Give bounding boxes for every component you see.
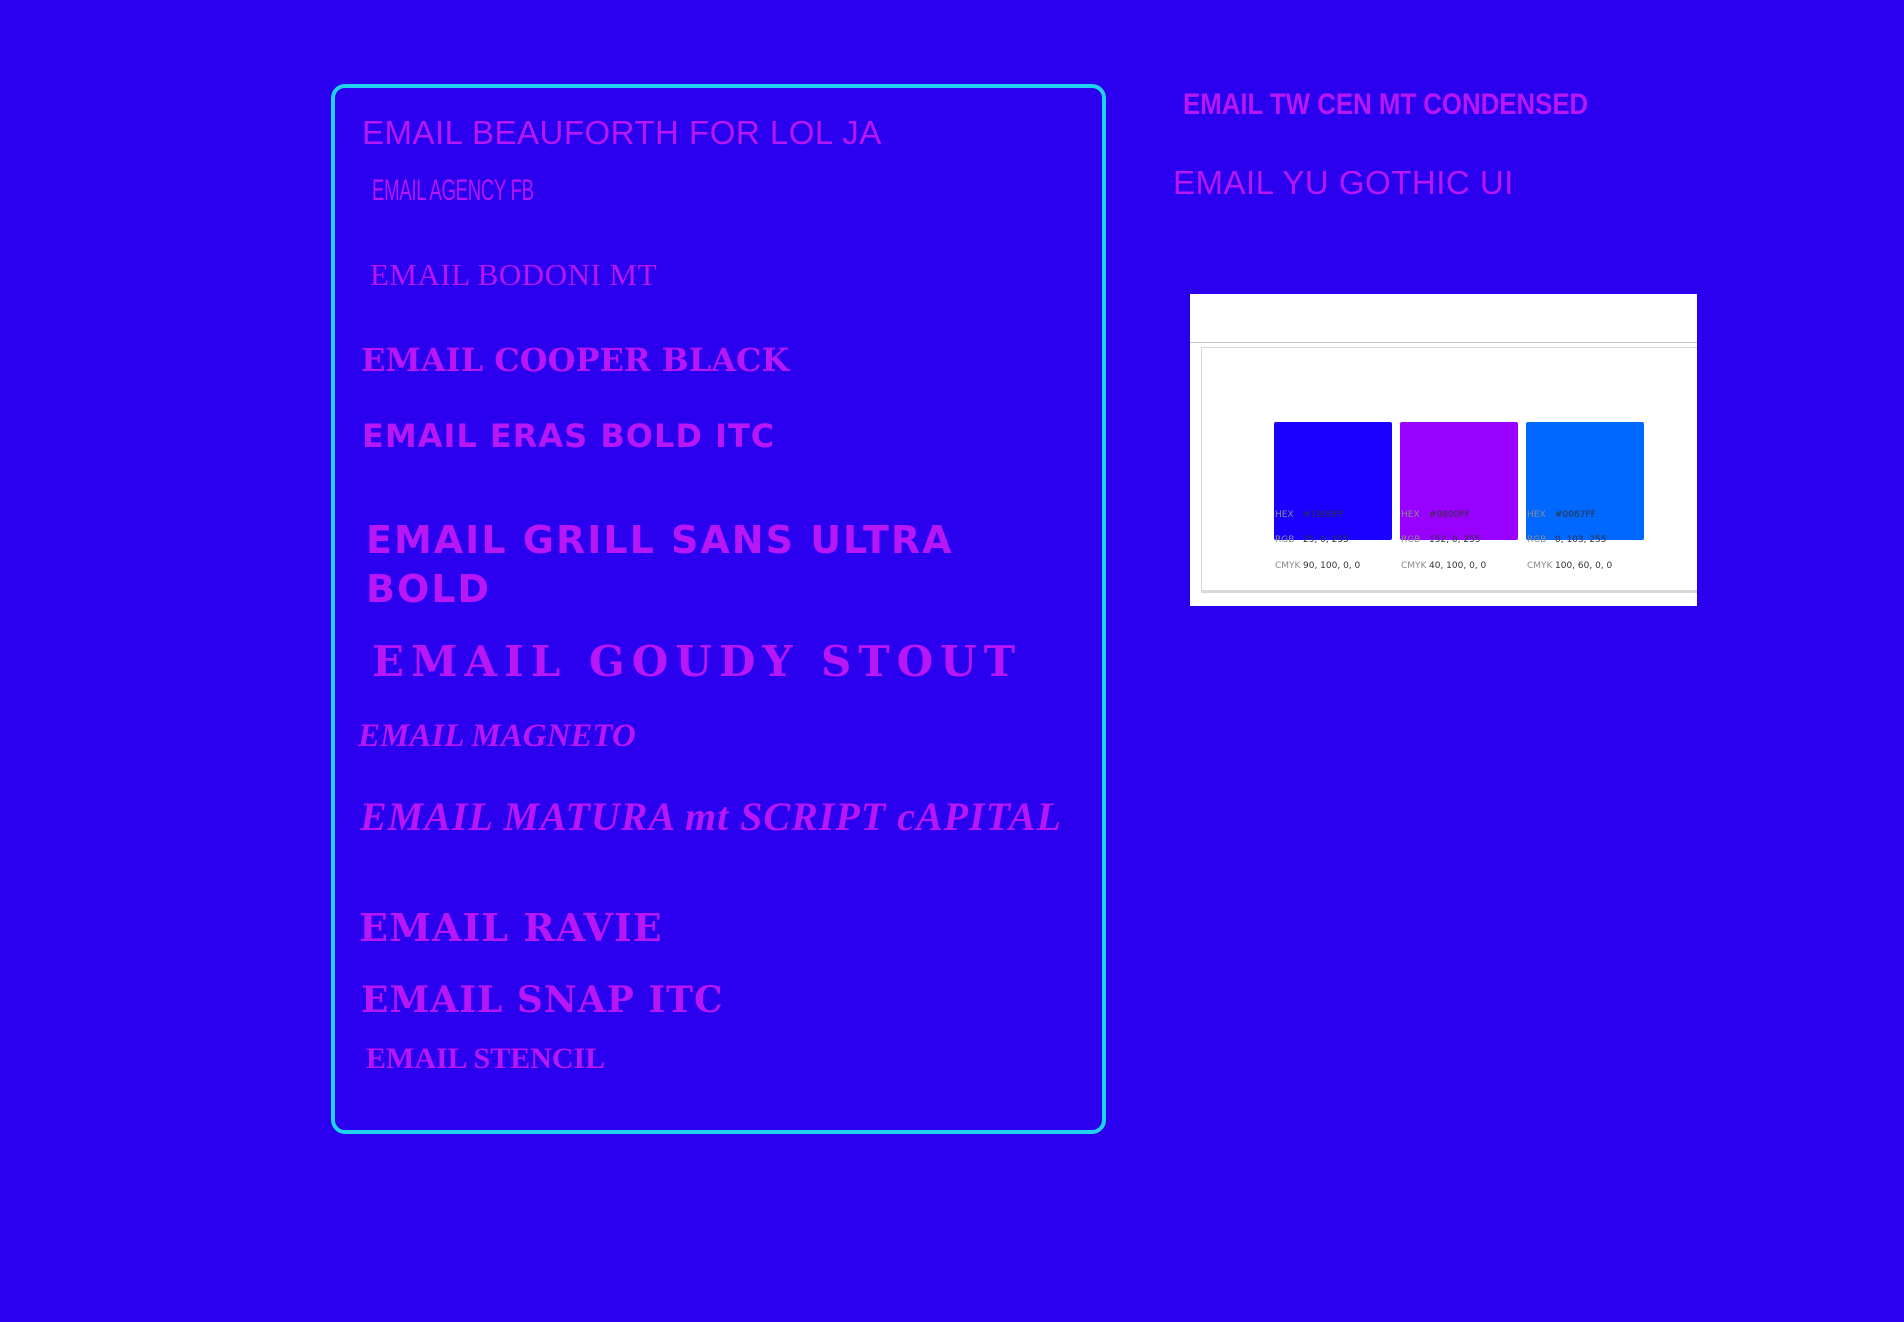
hex-value: #1900FF [1303,510,1344,520]
hex-value: #9800FF [1429,510,1470,520]
sample-yu-gothic-ui: EMAIL YU GOTHIC UI [1173,164,1514,201]
color-palette-card: HEX #1900FF RGB 25, 0, 255 CMYK 90, 100,… [1190,294,1697,606]
cmyk-value: 100, 60, 0, 0 [1555,561,1613,571]
hex-label: HEX [1401,510,1420,520]
sample-matura-script: EMAIL MATURA mt SCRIPT cAPITAL [360,794,1062,839]
hex-value: #0067FF [1555,510,1596,520]
rgb-value: 25, 0, 255 [1303,535,1349,545]
sample-stencil: EMAIL STENCIL [366,1042,606,1075]
sample-snap-itc: EMAIL SNAP ITC [361,979,724,1021]
rgb-label: RGB [1275,535,1295,545]
cmyk-label: CMYK [1401,561,1427,571]
sample-eras-bold-itc: EMAIL ERAS BOLD ITC [362,417,776,455]
sample-goudy-stout: EMAIL GOUDY STOUT [372,637,1023,686]
sample-cooper-black: EMAIL COOPER BLACK [361,341,790,379]
sample-magneto: EMAIL MAGNETO [358,718,636,754]
canvas: { "panel_samples": [ "EMAIL BEAUFORTH FO… [0,0,1904,1322]
cmyk-label: CMYK [1527,561,1553,571]
sample-beauforth: EMAIL BEAUFORTH FOR LOL JA [362,114,882,151]
sample-gill-sans-ultra-bold: EMAIL GRILL SANS ULTRA BOLD [366,518,954,611]
sample-tw-cen-mt-condensed: EMAIL TW CEN MT CONDENSED [1183,88,1589,121]
cmyk-value: 40, 100, 0, 0 [1429,561,1487,571]
sample-ravie: EMAIL RAVIE [359,905,663,950]
rgb-value: 152, 0, 255 [1429,535,1481,545]
swatch-1900ff [1274,422,1392,540]
hex-label: HEX [1275,510,1294,520]
swatch-9800ff [1400,422,1518,540]
rgb-value: 0, 103, 255 [1555,535,1607,545]
swatch-0067ff [1526,422,1644,540]
hex-label: HEX [1527,510,1546,520]
cmyk-label: CMYK [1275,561,1301,571]
card-divider [1190,342,1697,343]
rgb-label: RGB [1527,535,1547,545]
palette-frame: HEX #1900FF RGB 25, 0, 255 CMYK 90, 100,… [1201,347,1697,593]
cmyk-value: 90, 100, 0, 0 [1303,561,1361,571]
rgb-label: RGB [1401,535,1421,545]
sample-bodoni-mt: EMAIL BODONI MT [370,257,658,292]
sample-agency-fb: EMAIL AGENCY FB [372,174,534,207]
